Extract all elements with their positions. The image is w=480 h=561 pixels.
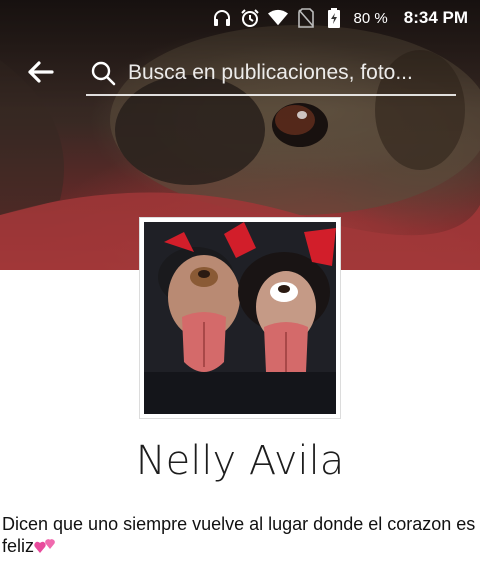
headphones-icon [212, 8, 232, 28]
battery-percent: 80 % [353, 9, 388, 27]
profile-bio: Dicen que uno siempre vuelve al lugar do… [2, 513, 478, 557]
bio-text: Dicen que uno siempre vuelve al lugar do… [2, 514, 476, 556]
search-icon [91, 61, 116, 86]
profile-picture-image [144, 222, 336, 414]
search-field[interactable] [86, 54, 456, 96]
battery-charging-icon [324, 8, 344, 28]
alarm-icon [240, 8, 260, 28]
status-bar: 80 % 8:34 PM [0, 0, 480, 36]
top-bar [0, 48, 480, 96]
two-hearts-icon [34, 539, 55, 553]
profile-name: Nelly Avila [135, 438, 345, 484]
clock: 8:34 PM [403, 8, 468, 27]
wifi-icon [267, 8, 288, 28]
search-input[interactable] [126, 56, 455, 90]
back-button[interactable] [24, 58, 56, 86]
no-sim-icon [296, 8, 316, 28]
profile-picture[interactable] [139, 217, 341, 419]
back-arrow-icon [28, 61, 54, 83]
